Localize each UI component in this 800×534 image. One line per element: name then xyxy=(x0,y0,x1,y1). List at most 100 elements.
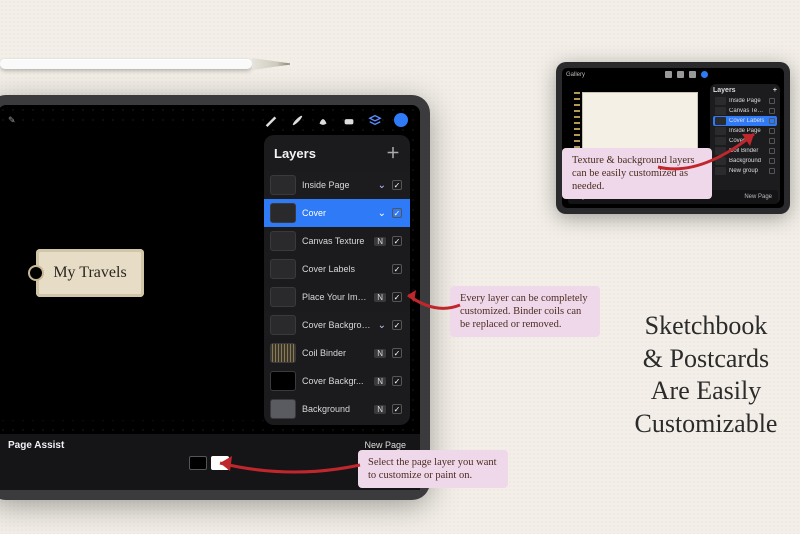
layer-visibility-checkbox[interactable] xyxy=(392,208,402,218)
layer-thumbnail xyxy=(270,343,296,363)
layer-visibility-checkbox[interactable] xyxy=(769,128,775,134)
callout-pageassist: Select the page layer you want to custom… xyxy=(358,450,508,488)
layer-row[interactable]: Cover Backgr...N xyxy=(264,367,410,395)
layer-name: Inside Page xyxy=(729,128,766,134)
add-layer-button[interactable]: ＋ xyxy=(386,143,400,163)
layer-visibility-checkbox[interactable] xyxy=(769,158,775,164)
layer-thumbnail xyxy=(715,107,726,115)
layer-visibility-checkbox[interactable] xyxy=(392,292,402,302)
smudge-icon[interactable] xyxy=(316,113,330,127)
page-assist-bar: Page Assist New Page xyxy=(0,434,420,490)
layer-name: Background xyxy=(302,404,368,414)
layer-visibility-checkbox[interactable] xyxy=(392,320,402,330)
layer-row[interactable]: Inside Page⌄ xyxy=(264,171,410,199)
layer-name: Cover Background xyxy=(302,320,372,330)
callout-layers: Every layer can be completely customized… xyxy=(450,286,600,337)
layer-thumbnail xyxy=(270,287,296,307)
layer-visibility-checkbox[interactable] xyxy=(392,376,402,386)
layer-row[interactable]: Cover Labels xyxy=(713,116,777,126)
layer-name: Cover Backgr... xyxy=(302,376,368,386)
brush-icon[interactable] xyxy=(290,113,304,127)
eraser-icon[interactable] xyxy=(342,113,356,127)
layer-row[interactable]: Background color xyxy=(264,423,410,425)
layer-thumbnail xyxy=(715,147,726,155)
layer-visibility-checkbox[interactable] xyxy=(769,148,775,154)
layer-row[interactable]: BackgroundN xyxy=(264,395,410,423)
layer-visibility-checkbox[interactable] xyxy=(392,236,402,246)
layer-visibility-checkbox[interactable] xyxy=(769,108,775,114)
toolbar xyxy=(264,113,408,127)
layer-name: Canvas Texture xyxy=(729,108,766,114)
layer-name: Canvas Texture xyxy=(302,236,368,246)
brush-icon[interactable] xyxy=(665,71,672,78)
gallery-button[interactable]: ✎ xyxy=(8,115,16,126)
promo-title: Sketchbook & Postcards Are Easily Custom… xyxy=(626,310,786,440)
layer-thumbnail xyxy=(270,231,296,251)
layer-row[interactable]: Cover Labels xyxy=(264,255,410,283)
page-thumbnails xyxy=(189,456,229,470)
layer-visibility-checkbox[interactable] xyxy=(392,180,402,190)
ipad-main: ✎ My Travels Layers ＋ Inside Page⌄Cover⌄… xyxy=(0,95,430,500)
eraser-icon[interactable] xyxy=(677,71,684,78)
layer-row[interactable]: Coil BinderN xyxy=(264,339,410,367)
layer-row[interactable]: Inside Page xyxy=(713,96,777,106)
layer-row[interactable]: Background xyxy=(713,156,777,166)
page-assist-title: Page Assist xyxy=(8,440,410,451)
layer-thumbnail xyxy=(715,137,726,145)
color-icon[interactable] xyxy=(394,113,408,127)
layer-name: Cover Labels xyxy=(729,118,766,124)
color-icon[interactable] xyxy=(701,71,708,78)
layer-name: Inside Page xyxy=(302,180,372,190)
layers-icon[interactable] xyxy=(368,113,382,127)
layer-visibility-checkbox[interactable] xyxy=(769,168,775,174)
layer-thumbnail xyxy=(270,315,296,335)
layer-row[interactable]: Cover⌄ xyxy=(264,199,410,227)
apple-pencil xyxy=(0,56,290,72)
layer-thumbnail xyxy=(270,371,296,391)
add-layer-button[interactable]: + xyxy=(773,87,777,94)
layer-row[interactable]: Cover xyxy=(713,136,777,146)
wand-icon[interactable] xyxy=(264,113,278,127)
layer-visibility-checkbox[interactable] xyxy=(392,348,402,358)
layer-name: New group xyxy=(729,168,766,174)
layer-row[interactable]: New group xyxy=(713,166,777,176)
canvas[interactable]: My Travels xyxy=(0,129,264,420)
layer-name: Inside Page xyxy=(729,98,766,104)
page-thumb-1[interactable] xyxy=(189,456,207,470)
layer-thumbnail xyxy=(715,157,726,165)
layer-row[interactable]: Canvas Texture xyxy=(713,106,777,116)
layer-thumbnail xyxy=(270,203,296,223)
layer-name: Coil Binder xyxy=(729,148,766,154)
layers-panel-small: Layers + Inside Page Canvas Texture Cover L… xyxy=(710,84,780,204)
layer-row[interactable]: Place Your Imag...N xyxy=(264,283,410,311)
layer-row[interactable]: Canvas TextureN xyxy=(264,227,410,255)
layer-name: Cover Labels xyxy=(302,264,386,274)
layer-visibility-checkbox[interactable] xyxy=(392,404,402,414)
layer-name: Place Your Imag... xyxy=(302,292,368,302)
layers-title: Layers xyxy=(274,146,316,161)
layers-title: Layers xyxy=(713,87,736,94)
layer-name: Background xyxy=(729,158,766,164)
gallery-button-small[interactable]: Gallery xyxy=(566,72,585,78)
callout-texture: Texture & background layers can be easil… xyxy=(562,148,712,199)
new-page-button[interactable]: New Page xyxy=(364,440,406,450)
layers-panel: Layers ＋ Inside Page⌄Cover⌄Canvas Textur… xyxy=(264,135,410,425)
layer-visibility-checkbox[interactable] xyxy=(769,118,775,124)
layer-row[interactable]: Coil Binder xyxy=(713,146,777,156)
layer-thumbnail xyxy=(715,97,726,105)
layer-thumbnail xyxy=(270,259,296,279)
cover-tag-label: My Travels xyxy=(36,249,144,297)
layer-row[interactable]: Inside Page xyxy=(713,126,777,136)
layer-name: Cover xyxy=(302,208,372,218)
layer-thumbnail xyxy=(270,175,296,195)
layer-name: Coil Binder xyxy=(302,348,368,358)
layer-visibility-checkbox[interactable] xyxy=(769,98,775,104)
layer-visibility-checkbox[interactable] xyxy=(769,138,775,144)
layer-row[interactable]: Cover Background⌄ xyxy=(264,311,410,339)
layers-icon[interactable] xyxy=(689,71,696,78)
layer-thumbnail xyxy=(715,117,726,125)
layer-thumbnail xyxy=(715,127,726,135)
page-thumb-2[interactable] xyxy=(211,456,229,470)
layer-visibility-checkbox[interactable] xyxy=(392,264,402,274)
new-page-button[interactable]: New Page xyxy=(744,194,772,200)
